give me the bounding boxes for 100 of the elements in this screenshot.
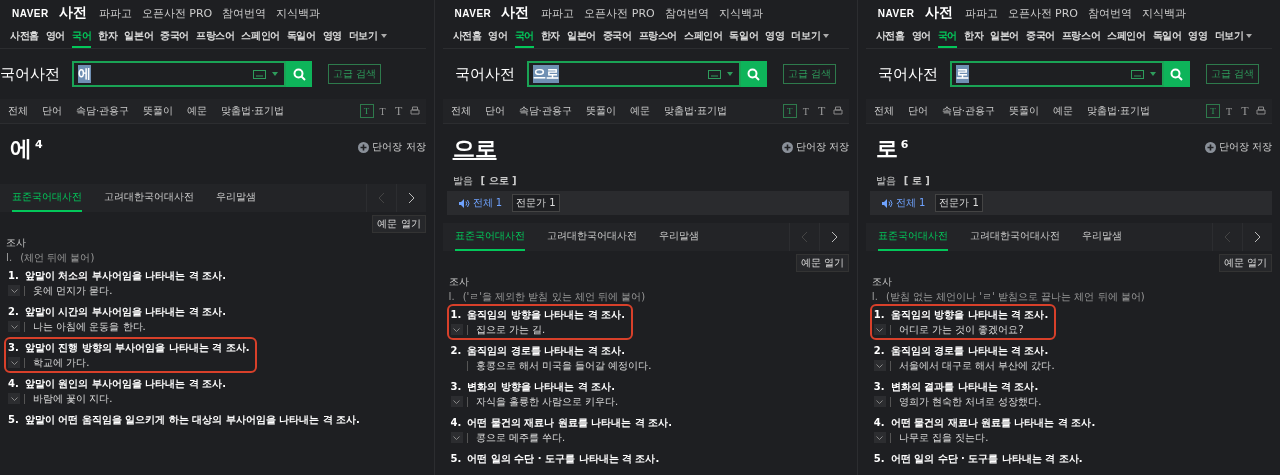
- filter-tab[interactable]: 맞춤법·표기법: [663, 104, 727, 118]
- filter-tab[interactable]: 전체: [8, 104, 28, 118]
- nav-link[interactable]: 지식백과: [1142, 5, 1186, 21]
- more-menu[interactable]: 더보기: [348, 26, 387, 48]
- source-tab[interactable]: 표준국어대사전: [454, 223, 525, 251]
- font-size-button[interactable]: T: [359, 104, 374, 118]
- play-all-button[interactable]: 전체 1: [458, 196, 503, 210]
- category-tab[interactable]: 스페인어: [684, 26, 723, 48]
- filter-tab[interactable]: 속담·관용구: [941, 104, 995, 118]
- expand-button[interactable]: [450, 396, 463, 407]
- filter-tab[interactable]: 전체: [450, 104, 471, 118]
- nav-link[interactable]: 파파고: [964, 5, 998, 21]
- print-button[interactable]: [1254, 104, 1268, 118]
- font-size-button[interactable]: T: [798, 104, 813, 118]
- filter-tab[interactable]: 뜻풀이: [585, 104, 616, 118]
- category-tab[interactable]: 프랑스어: [196, 26, 235, 48]
- category-tab[interactable]: 스페인어: [241, 26, 280, 48]
- expand-button[interactable]: [873, 324, 886, 335]
- category-tab[interactable]: 영영: [322, 26, 342, 48]
- examples-toggle-button[interactable]: 예문 열기: [372, 215, 426, 233]
- expand-button[interactable]: [450, 324, 463, 335]
- expand-button[interactable]: [873, 360, 886, 371]
- filter-tab[interactable]: 뜻풀이: [143, 104, 174, 118]
- category-tab[interactable]: 한자: [98, 26, 118, 48]
- advanced-search-button[interactable]: 고급 검색: [1205, 64, 1259, 84]
- font-size-button[interactable]: T: [814, 104, 829, 118]
- expand-button[interactable]: [8, 357, 20, 368]
- filter-tab[interactable]: 예문: [1052, 104, 1073, 118]
- print-button[interactable]: [830, 104, 845, 118]
- category-tab[interactable]: 영어: [45, 26, 65, 48]
- category-tab[interactable]: 프랑스어: [1061, 26, 1101, 48]
- category-tab[interactable]: 프랑스어: [638, 26, 677, 48]
- play-all-button[interactable]: 전체 1: [881, 196, 926, 210]
- more-menu[interactable]: 더보기: [791, 26, 830, 48]
- category-tab[interactable]: 사전홈: [10, 26, 39, 48]
- more-menu[interactable]: 더보기: [1214, 26, 1253, 48]
- save-word-link[interactable]: 단어장 저장: [358, 140, 426, 154]
- filter-tab[interactable]: 예문: [187, 104, 208, 118]
- nav-link[interactable]: 파파고: [98, 5, 132, 21]
- category-tab[interactable]: 일본어: [124, 26, 154, 48]
- filter-tab[interactable]: 단어: [907, 104, 928, 118]
- filter-tab[interactable]: 단어: [42, 104, 62, 118]
- category-tab[interactable]: 국어: [937, 26, 957, 48]
- expert-button[interactable]: 전문가 1: [512, 194, 560, 212]
- category-tab[interactable]: 영영: [765, 26, 785, 48]
- filter-tab[interactable]: 단어: [484, 104, 505, 118]
- search-button[interactable]: [1163, 61, 1190, 87]
- expand-button[interactable]: [8, 321, 20, 332]
- nav-link[interactable]: 오픈사전 PRO: [1007, 5, 1078, 21]
- category-tab[interactable]: 국어: [514, 26, 534, 48]
- source-tab[interactable]: 고려대한국어대사전: [969, 223, 1060, 251]
- font-size-button[interactable]: T: [1206, 104, 1220, 118]
- service-title[interactable]: 사전: [924, 4, 953, 22]
- category-tab[interactable]: 사전홈: [875, 26, 905, 48]
- font-size-button[interactable]: T: [375, 104, 390, 118]
- nav-link[interactable]: 오픈사전 PRO: [141, 5, 213, 21]
- nav-link[interactable]: 지식백과: [276, 5, 321, 21]
- expand-button[interactable]: [873, 396, 886, 407]
- font-size-button[interactable]: T: [391, 104, 406, 118]
- service-title[interactable]: 사전: [501, 4, 530, 22]
- source-tab[interactable]: 표준국어대사전: [12, 184, 82, 212]
- expand-button[interactable]: [873, 432, 886, 443]
- filter-tab[interactable]: 속담·관용구: [518, 104, 572, 118]
- filter-tab[interactable]: 예문: [629, 104, 650, 118]
- nav-link[interactable]: 참여번역: [1088, 5, 1132, 21]
- category-tab[interactable]: 영어: [488, 26, 508, 48]
- advanced-search-button[interactable]: 고급 검색: [782, 64, 836, 84]
- service-title[interactable]: 사전: [58, 4, 87, 22]
- nav-link[interactable]: 오픈사전 PRO: [584, 5, 655, 21]
- save-word-link[interactable]: 단어장 저장: [1204, 140, 1272, 154]
- category-tab[interactable]: 중국어: [160, 26, 190, 48]
- font-size-button[interactable]: T: [782, 104, 797, 118]
- expand-button[interactable]: [450, 432, 463, 443]
- filter-tab[interactable]: 맞춤법·표기법: [1086, 104, 1151, 118]
- expand-button[interactable]: [8, 393, 20, 404]
- expert-button[interactable]: 전문가 1: [935, 194, 983, 212]
- advanced-search-button[interactable]: 고급 검색: [328, 64, 382, 84]
- category-tab[interactable]: 영영: [1188, 26, 1208, 48]
- brand-logo[interactable]: NAVER: [454, 7, 492, 19]
- filter-tab[interactable]: 뜻풀이: [1008, 104, 1039, 118]
- examples-toggle-button[interactable]: 예문 열기: [795, 254, 849, 272]
- search-button[interactable]: [740, 61, 767, 87]
- category-tab[interactable]: 독일어: [729, 26, 759, 48]
- expand-button[interactable]: [8, 285, 20, 296]
- category-tab[interactable]: 국어: [72, 26, 92, 48]
- category-tab[interactable]: 일본어: [567, 26, 596, 48]
- category-tab[interactable]: 독일어: [286, 26, 316, 48]
- print-button[interactable]: [407, 104, 422, 118]
- nav-link[interactable]: 참여번역: [664, 5, 709, 21]
- source-tab[interactable]: 표준국어대사전: [877, 223, 948, 251]
- source-tab[interactable]: 고려대한국어대사전: [104, 184, 194, 212]
- category-tab[interactable]: 스페인어: [1107, 26, 1146, 48]
- category-tab[interactable]: 중국어: [1026, 26, 1055, 48]
- brand-logo[interactable]: NAVER: [877, 7, 915, 19]
- nav-link[interactable]: 참여번역: [222, 5, 267, 21]
- category-tab[interactable]: 독일어: [1152, 26, 1182, 48]
- font-size-button[interactable]: T: [1238, 104, 1252, 118]
- filter-tab[interactable]: 맞춤법·표기법: [221, 104, 285, 118]
- font-size-button[interactable]: T: [1222, 104, 1236, 118]
- source-tab[interactable]: 우리말샘: [216, 184, 256, 212]
